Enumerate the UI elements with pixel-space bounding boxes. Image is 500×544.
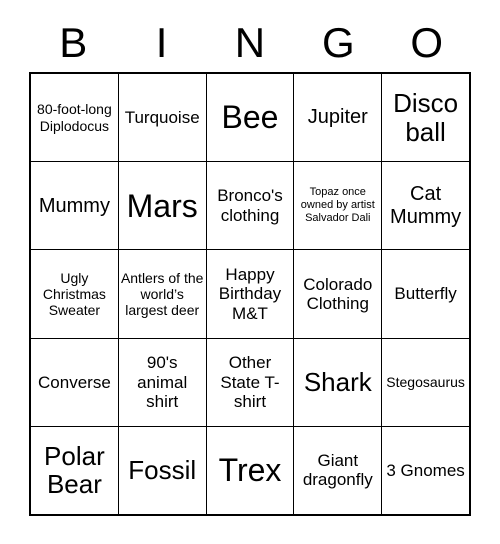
bingo-cell-o2[interactable]: Cat Mummy xyxy=(381,162,469,250)
bingo-cell-g1[interactable]: Jupiter xyxy=(293,74,381,162)
bingo-cell-b1[interactable]: 80-foot-long Diplodocus xyxy=(31,74,118,161)
bingo-cell-i5[interactable]: Fossil xyxy=(117,426,206,515)
bingo-grid: 80-foot-long Diplodocus Turquoise Bee Ju… xyxy=(29,72,471,516)
bingo-header-letter-g: G xyxy=(322,19,355,66)
bingo-cell-n3[interactable]: Happy Birthday M&T xyxy=(205,250,294,338)
bingo-cell-o4[interactable]: Stegosaurus xyxy=(381,338,469,426)
bingo-cell-b4[interactable]: Converse xyxy=(31,339,118,426)
bingo-row: Polar Bear Fossil Trex Giant dragonfly 3… xyxy=(31,425,469,515)
bingo-cell-b2[interactable]: Mummy xyxy=(31,162,118,249)
bingo-row: Mummy Mars Bronco's clothing Topaz once … xyxy=(31,161,469,250)
bingo-cell-i1[interactable]: Turquoise xyxy=(117,74,206,162)
bingo-header-letter-n: N xyxy=(234,19,266,66)
bingo-cell-b5[interactable]: Polar Bear xyxy=(31,427,118,514)
bingo-header-letter-i: I xyxy=(155,19,168,66)
bingo-cell-g4[interactable]: Shark xyxy=(293,338,381,426)
bingo-cell-i3[interactable]: Antlers of the world’s largest deer xyxy=(117,250,206,338)
bingo-cell-g2[interactable]: Topaz once owned by artist Salvador Dali xyxy=(293,162,381,250)
bingo-header-letter-o: O xyxy=(410,19,444,66)
bingo-cell-n1[interactable]: Bee xyxy=(205,74,294,162)
bingo-cell-o5[interactable]: 3 Gnomes xyxy=(381,426,469,515)
bingo-header-row: B I N G O xyxy=(29,14,471,72)
bingo-cell-i2[interactable]: Mars xyxy=(117,162,206,250)
bingo-cell-n4[interactable]: Other State T-shirt xyxy=(205,338,294,426)
bingo-cell-o1[interactable]: Disco ball xyxy=(381,74,469,162)
bingo-cell-b3[interactable]: Ugly Christmas Sweater xyxy=(31,250,118,337)
bingo-cell-n5[interactable]: Trex xyxy=(205,426,294,515)
bingo-row: Ugly Christmas Sweater Antlers of the wo… xyxy=(31,249,469,338)
bingo-cell-g5[interactable]: Giant dragonfly xyxy=(293,426,381,515)
bingo-card: B I N G O 80-foot-long Diplodocus Turquo… xyxy=(29,14,471,516)
bingo-cell-n2[interactable]: Bronco's clothing xyxy=(205,162,294,250)
bingo-row: 80-foot-long Diplodocus Turquoise Bee Ju… xyxy=(31,74,469,162)
bingo-cell-o3[interactable]: Butterfly xyxy=(381,250,469,338)
bingo-header-letter-b: B xyxy=(59,19,88,66)
bingo-cell-g3[interactable]: Colorado Clothing xyxy=(293,250,381,338)
bingo-row: Converse 90's animal shirt Other State T… xyxy=(31,337,469,426)
bingo-cell-i4[interactable]: 90's animal shirt xyxy=(117,338,206,426)
